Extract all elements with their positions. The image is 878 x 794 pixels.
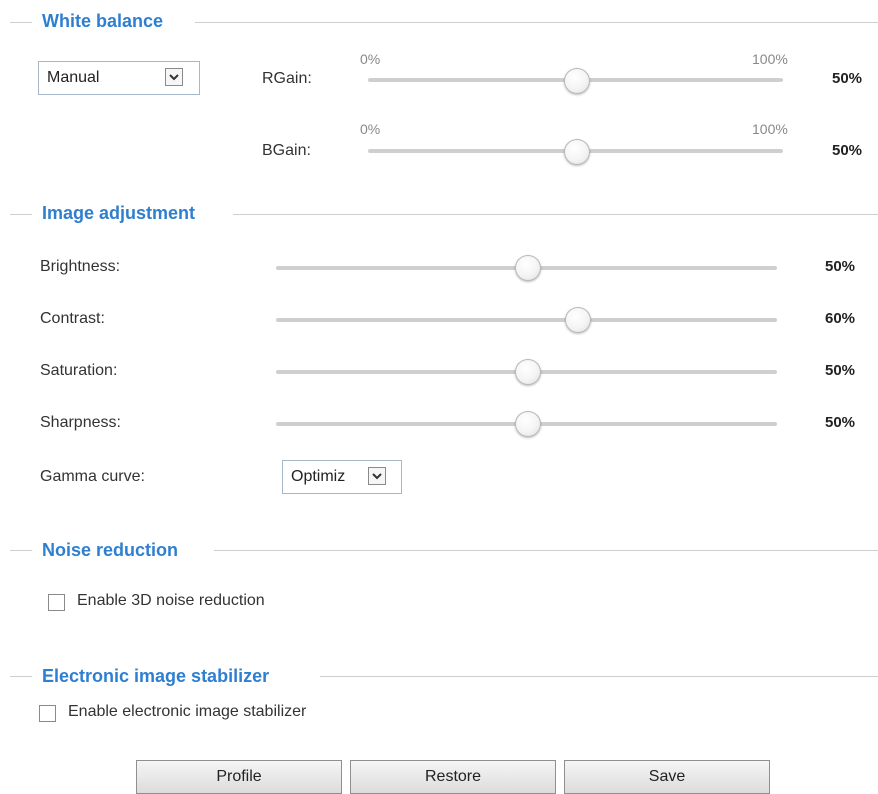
section-divider [320, 676, 878, 677]
brightness-slider-thumb[interactable] [514, 255, 541, 281]
bgain-label: BGain: [262, 142, 311, 159]
gamma-curve-label: Gamma curve: [40, 468, 145, 485]
section-title-image-adjustment: Image adjustment [42, 203, 196, 223]
chevron-down-icon[interactable] [165, 68, 183, 86]
noise-reduction-checkbox-label[interactable]: Enable 3D noise reduction [77, 592, 265, 610]
contrast-slider-track[interactable] [276, 318, 777, 322]
sharpness-label: Sharpness: [40, 414, 121, 431]
contrast-value: 60% [825, 310, 856, 327]
section-divider [195, 22, 878, 23]
sharpness-slider-thumb[interactable] [514, 411, 541, 437]
section-title-white-balance: White balance [42, 11, 164, 31]
saturation-value: 50% [825, 362, 856, 379]
bgain-max-label: 100% [752, 121, 788, 137]
bgain-value: 50% [832, 142, 863, 159]
rgain-slider-thumb[interactable] [563, 68, 590, 94]
contrast-slider-thumb[interactable] [564, 307, 591, 333]
saturation-label: Saturation: [40, 362, 118, 379]
rgain-max-label: 100% [752, 51, 788, 67]
section-title-noise-reduction: Noise reduction [42, 540, 179, 560]
restore-button[interactable]: Restore [350, 760, 556, 794]
brightness-label: Brightness: [40, 258, 121, 275]
gamma-curve-value: Optimiz [291, 468, 346, 485]
eis-checkbox[interactable] [39, 705, 56, 722]
eis-checkbox-label[interactable]: Enable electronic image stabilizer [68, 703, 306, 721]
section-divider [233, 214, 878, 215]
rgain-min-label: 0% [360, 51, 381, 67]
chevron-down-icon[interactable] [368, 467, 386, 485]
section-divider [10, 550, 32, 551]
section-divider [214, 550, 878, 551]
bgain-min-label: 0% [360, 121, 381, 137]
rgain-value: 50% [832, 70, 863, 87]
section-divider [10, 214, 32, 215]
saturation-slider-thumb[interactable] [514, 359, 541, 385]
gamma-curve-select[interactable]: Optimiz [282, 460, 402, 494]
bgain-slider-thumb[interactable] [563, 139, 590, 165]
contrast-label: Contrast: [40, 310, 105, 327]
brightness-value: 50% [825, 258, 856, 275]
section-divider [10, 676, 32, 677]
white-balance-mode-value: Manual [47, 69, 100, 86]
section-divider [10, 22, 32, 23]
save-button[interactable]: Save [564, 760, 770, 794]
section-title-eis: Electronic image stabilizer [42, 666, 270, 686]
white-balance-mode-select[interactable]: Manual [38, 61, 200, 95]
sharpness-value: 50% [825, 414, 856, 431]
noise-reduction-checkbox[interactable] [48, 594, 65, 611]
profile-button[interactable]: Profile [136, 760, 342, 794]
rgain-label: RGain: [262, 70, 312, 87]
